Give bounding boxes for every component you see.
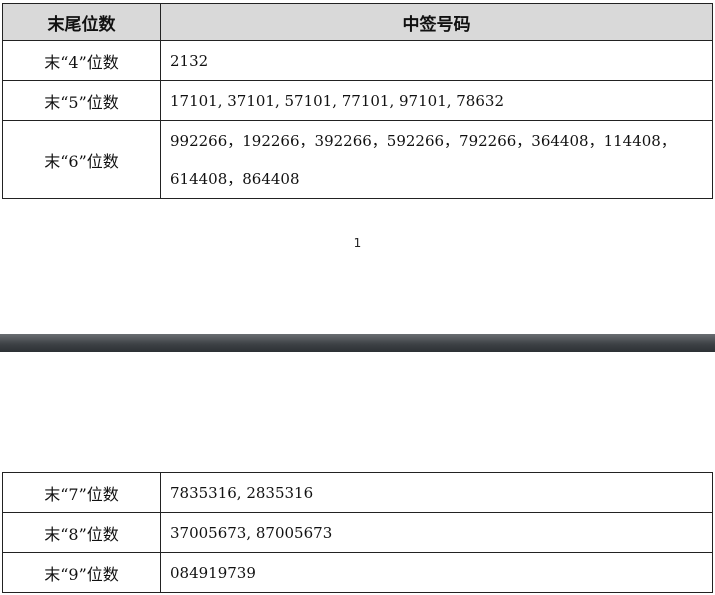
header-winning-numbers: 中签号码 xyxy=(160,3,713,41)
header-trailing-digits: 末尾位数 xyxy=(2,3,161,41)
winning-numbers-table-page1: 末尾位数 中签号码 末“4”位数 2132 末“5”位数 17101, 3710… xyxy=(2,3,713,199)
row-digits-label: 末“8”位数 xyxy=(2,512,161,553)
row-digits-label: 末“5”位数 xyxy=(2,80,161,121)
table-row: 末“5”位数 17101, 37101, 57101, 77101, 97101… xyxy=(2,80,713,121)
table-row: 末“9”位数 084919739 xyxy=(2,552,713,593)
row-winning-numbers: 7835316, 2835316 xyxy=(160,472,713,513)
page-number: 1 xyxy=(353,236,362,250)
winning-numbers-table-page2: 末“7”位数 7835316, 2835316 末“8”位数 37005673,… xyxy=(2,472,713,593)
row-digits-label: 末“9”位数 xyxy=(2,552,161,593)
row-winning-numbers: 084919739 xyxy=(160,552,713,593)
row-winning-numbers: 37005673, 87005673 xyxy=(160,512,713,553)
row-digits-label: 末“4”位数 xyxy=(2,40,161,81)
table-row: 末“6”位数 992266，192266，392266，592266，79226… xyxy=(2,120,713,199)
page-break-divider xyxy=(0,334,715,352)
table-row: 末“8”位数 37005673, 87005673 xyxy=(2,512,713,553)
table-header-row: 末尾位数 中签号码 xyxy=(2,3,713,41)
row-digits-label: 末“6”位数 xyxy=(2,120,161,199)
row-digits-label: 末“7”位数 xyxy=(2,472,161,513)
row-winning-numbers: 17101, 37101, 57101, 77101, 97101, 78632 xyxy=(160,80,713,121)
row-winning-numbers: 992266，192266，392266，592266，792266，36440… xyxy=(160,120,713,199)
row-winning-numbers: 2132 xyxy=(160,40,713,81)
table-row: 末“4”位数 2132 xyxy=(2,40,713,81)
table-row: 末“7”位数 7835316, 2835316 xyxy=(2,472,713,513)
